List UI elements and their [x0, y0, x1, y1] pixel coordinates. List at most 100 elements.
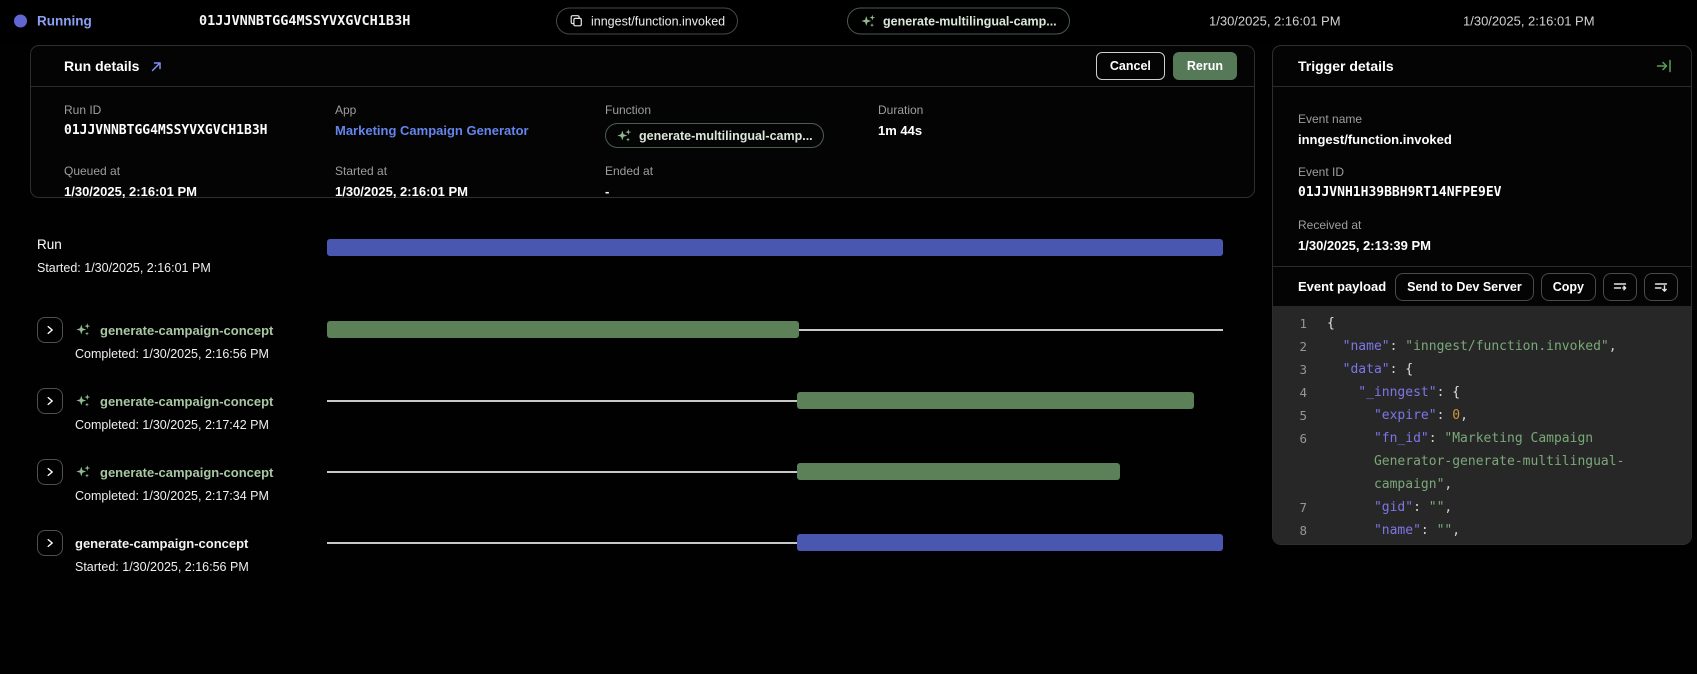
code-content: "_inngest": { — [1327, 381, 1679, 404]
run-status: Running — [14, 14, 92, 29]
code-line: 9 "source_app_id": "" — [1273, 542, 1679, 544]
field-value: - — [605, 184, 878, 199]
code-line: 2 "name": "inngest/function.invoked", — [1273, 335, 1679, 358]
send-to-dev-server-button[interactable]: Send to Dev Server — [1395, 273, 1534, 301]
event-payload-code[interactable]: 1 { 2 "name": "inngest/function.invoked"… — [1273, 306, 1691, 544]
word-wrap-button[interactable] — [1603, 273, 1637, 301]
chevron-right-icon — [44, 537, 56, 549]
field-label: Event ID — [1298, 165, 1666, 179]
timeline-line — [327, 542, 797, 544]
code-content: "data": { — [1327, 358, 1679, 381]
timeline-bar[interactable] — [327, 239, 1223, 256]
app-link[interactable]: Marketing Campaign Generator — [335, 123, 605, 138]
detail-field: Duration1m 44s — [878, 103, 1254, 148]
run-details-header: Run details Cancel Rerun — [31, 46, 1254, 87]
sparkle-icon — [75, 393, 91, 409]
sparkle-icon — [75, 322, 91, 338]
expand-step-button[interactable] — [37, 388, 63, 414]
expand-step-button[interactable] — [37, 317, 63, 343]
step-status-text: Completed: 1/30/2025, 2:16:56 PM — [75, 347, 327, 361]
code-line: 7 "gid": "", — [1273, 496, 1679, 519]
jump-to-bottom-button[interactable] — [1644, 273, 1678, 301]
trigger-field: Event ID 01JJVNH1H39BBH9RT14NFPE9EV — [1298, 165, 1666, 200]
detail-field: Run ID 01JJVNNBTGG4MSSYVXGVCH1B3H — [64, 103, 335, 148]
line-number: 9 — [1273, 542, 1327, 544]
field-value: 1/30/2025, 2:16:01 PM — [64, 184, 335, 199]
run-label: Run — [37, 236, 327, 254]
timeline-bar[interactable] — [327, 321, 799, 338]
collapse-panel-button[interactable] — [1652, 54, 1676, 78]
detail-field: Ended at - — [605, 164, 878, 199]
trigger-meta: Event name inngest/function.invoked Even… — [1273, 87, 1691, 253]
chevron-right-icon — [44, 466, 56, 478]
field-value: inngest/function.invoked — [1298, 132, 1666, 147]
field-label: Run ID — [64, 103, 335, 117]
function-badge[interactable]: generate-multilingual-camp... — [605, 123, 824, 148]
timeline-step-row[interactable]: generate-campaign-concept Completed: 1/3… — [37, 459, 1223, 503]
function-badge[interactable]: generate-multilingual-camp... — [847, 8, 1070, 35]
step-name: generate-campaign-concept — [100, 394, 273, 409]
expand-step-button[interactable] — [37, 530, 63, 556]
run-id-text: 01JJVNNBTGG4MSSYVXGVCH1B3H — [199, 13, 410, 29]
trigger-details-title: Trigger details — [1298, 58, 1394, 74]
timeline-step-row[interactable]: generate-campaign-concept Completed: 1/3… — [37, 317, 1223, 361]
expand-step-button[interactable] — [37, 459, 63, 485]
event-badge[interactable]: inngest/function.invoked — [556, 8, 738, 35]
word-wrap-icon — [1612, 279, 1628, 295]
code-line: 1 { — [1273, 312, 1679, 335]
field-label: App — [335, 103, 605, 117]
line-number: 7 — [1273, 496, 1327, 519]
code-line: 3 "data": { — [1273, 358, 1679, 381]
rerun-button[interactable]: Rerun — [1173, 52, 1237, 80]
function-badge-label: generate-multilingual-camp... — [883, 14, 1057, 28]
timeline-track — [327, 392, 1223, 410]
timeline-bar[interactable] — [797, 392, 1194, 409]
code-line: 8 "name": "", — [1273, 519, 1679, 542]
detail-field: Started at1/30/2025, 2:16:01 PM — [335, 164, 605, 199]
copy-icon — [569, 14, 584, 29]
sparkle-icon — [860, 13, 876, 29]
sparkle-icon — [860, 13, 876, 29]
field-value: 1m 44s — [878, 123, 1254, 138]
run-details-fields: Run ID 01JJVNNBTGG4MSSYVXGVCH1B3H App Mark… — [31, 87, 1254, 199]
trigger-field: Event name inngest/function.invoked — [1298, 112, 1666, 147]
step-status-text: Completed: 1/30/2025, 2:17:34 PM — [75, 489, 327, 503]
code-content: "expire": 0, — [1327, 404, 1679, 427]
field-label: Ended at — [605, 164, 878, 178]
field-value: 1/30/2025, 2:13:39 PM — [1298, 238, 1666, 253]
code-content: "source_app_id": "" — [1327, 542, 1679, 544]
timeline-bar[interactable] — [797, 463, 1120, 480]
started-timestamp: 1/30/2025, 2:16:01 PM — [1463, 14, 1595, 29]
code-content: "name": "inngest/function.invoked", — [1327, 335, 1679, 358]
step-status-text: Started: 1/30/2025, 2:16:56 PM — [75, 560, 327, 574]
detail-field: Function generate-multilingual-camp... — [605, 103, 878, 148]
copy-payload-button[interactable]: Copy — [1541, 273, 1596, 301]
line-number: 8 — [1273, 519, 1327, 542]
timeline-step-row[interactable]: generate-campaign-concept Completed: 1/3… — [37, 388, 1223, 432]
code-line: 5 "expire": 0, — [1273, 404, 1679, 427]
sparkle-icon — [616, 128, 632, 144]
event-payload-bar: Event payload Send to Dev Server Copy — [1273, 266, 1691, 306]
code-content: "fn_id": "Marketing Campaign Generator-g… — [1327, 427, 1679, 496]
field-label: Function — [605, 103, 878, 117]
timeline-bar[interactable] — [797, 534, 1223, 551]
external-link-icon[interactable] — [150, 60, 163, 73]
sparkle-icon — [75, 393, 91, 409]
timeline-track — [327, 463, 1223, 481]
code-content: { — [1327, 312, 1679, 335]
cancel-button[interactable]: Cancel — [1096, 52, 1165, 80]
code-line: 4 "_inngest": { — [1273, 381, 1679, 404]
queued-timestamp: 1/30/2025, 2:16:01 PM — [1209, 14, 1341, 29]
field-value: 1/30/2025, 2:16:01 PM — [335, 184, 605, 199]
sparkle-icon — [616, 128, 632, 144]
timeline-line — [327, 400, 797, 402]
step-status-text: Completed: 1/30/2025, 2:17:42 PM — [75, 418, 327, 432]
lines-down-arrow-icon — [1653, 279, 1669, 295]
line-number: 6 — [1273, 427, 1327, 450]
timeline-step-row[interactable]: generate-campaign-concept Started: 1/30/… — [37, 530, 1223, 574]
line-number: 4 — [1273, 381, 1327, 404]
line-number: 3 — [1273, 358, 1327, 381]
field-label: Queued at — [64, 164, 335, 178]
field-value: 01JJVNNBTGG4MSSYVXGVCH1B3H — [64, 123, 335, 138]
code-content: "gid": "", — [1327, 496, 1679, 519]
